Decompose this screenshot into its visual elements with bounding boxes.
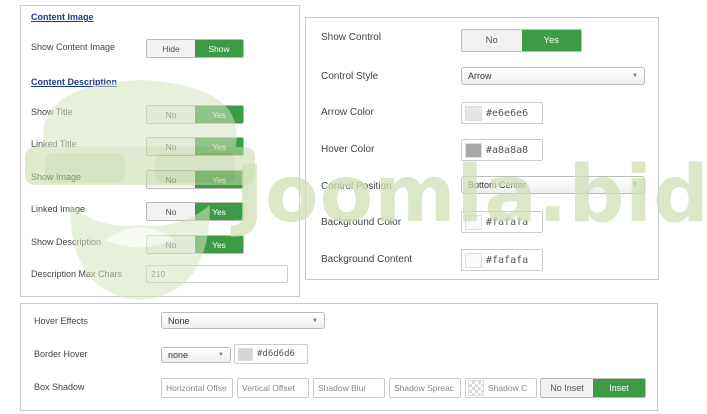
box-shadow-label: Box Shadow <box>34 382 85 392</box>
yes-option[interactable]: Yes <box>195 171 243 188</box>
yes-option[interactable]: Yes <box>195 203 243 220</box>
background-content-swatch <box>465 252 482 268</box>
control-settings-panel: Show Control No Yes Control Style Arrow … <box>305 17 659 280</box>
yes-option[interactable]: Yes <box>195 138 243 155</box>
hover-settings-panel: Hover Effects None ▼ Border Hover none ▼… <box>20 303 658 411</box>
background-content-picker[interactable]: #fafafa <box>461 249 543 271</box>
no-option[interactable]: No <box>147 236 195 253</box>
show-description-label: Show Description <box>31 237 102 247</box>
show-image-label: Show Image <box>31 172 82 182</box>
shadow-blur-input[interactable]: Shadow Blur <box>313 378 385 398</box>
hover-effects-value: None <box>168 315 190 326</box>
control-position-label: Control Position <box>321 181 392 192</box>
chevron-down-icon: ▼ <box>312 317 318 324</box>
arrow-color-label: Arrow Color <box>321 107 374 118</box>
border-hover-label: Border Hover <box>34 349 88 359</box>
description-max-chars-label: Description Max Chars <box>31 269 123 279</box>
chevron-down-icon: ▼ <box>632 73 638 79</box>
hide-option[interactable]: Hide <box>147 40 195 57</box>
description-max-chars-input[interactable]: 210 <box>146 265 288 283</box>
arrow-color-swatch <box>465 105 482 121</box>
chevron-down-icon: ▼ <box>218 352 224 358</box>
arrow-color-value: #e6e6e6 <box>486 107 529 119</box>
background-content-value: #fafafa <box>486 254 529 266</box>
inset-option[interactable]: Inset <box>593 379 645 397</box>
background-color-label: Background Color <box>321 217 402 228</box>
show-content-image-label: Show Content Image <box>31 42 116 52</box>
border-hover-color-swatch <box>238 347 253 361</box>
content-settings-panel: Content Image Show Content Image Hide Sh… <box>20 5 300 297</box>
shadow-color-picker[interactable]: Shadow C <box>465 378 537 398</box>
shadow-color-value: Shadow C <box>488 383 528 393</box>
horizontal-offset-input[interactable]: Horizontal Offse <box>161 378 233 398</box>
show-title-label: Show Title <box>31 107 73 117</box>
show-control-toggle[interactable]: No Yes <box>461 29 582 52</box>
hover-color-picker[interactable]: #a8a8a8 <box>461 139 543 161</box>
linked-image-toggle[interactable]: No Yes <box>146 202 244 221</box>
chevron-down-icon: ▼ <box>632 182 638 188</box>
control-style-label: Control Style <box>321 71 379 82</box>
show-title-toggle[interactable]: No Yes <box>146 105 244 124</box>
show-image-toggle[interactable]: No Yes <box>146 170 244 189</box>
border-hover-color-picker[interactable]: #d6d6d6 <box>234 344 308 364</box>
background-content-label: Background Content <box>321 254 413 265</box>
hover-color-value: #a8a8a8 <box>486 144 529 156</box>
no-option[interactable]: No <box>147 171 195 188</box>
no-option[interactable]: No <box>147 138 195 155</box>
hover-effects-label: Hover Effects <box>34 316 88 326</box>
yes-option[interactable]: Yes <box>195 236 243 253</box>
show-description-toggle[interactable]: No Yes <box>146 235 244 254</box>
content-image-title: Content Image <box>31 12 94 22</box>
no-option[interactable]: No <box>147 106 195 123</box>
border-hover-value: none <box>168 350 189 360</box>
control-style-value: Arrow <box>468 71 492 81</box>
linked-title-label: Linked Title <box>31 139 77 149</box>
no-inset-option[interactable]: No Inset <box>541 379 593 397</box>
show-option[interactable]: Show <box>195 40 243 57</box>
checkerboard-icon <box>468 380 484 396</box>
background-color-swatch <box>465 214 482 230</box>
control-position-value: Bottom Center <box>468 180 527 190</box>
show-control-label: Show Control <box>321 32 382 43</box>
content-description-title: Content Description <box>31 77 118 87</box>
border-hover-color-value: #d6d6d6 <box>257 349 295 359</box>
inset-toggle[interactable]: No Inset Inset <box>540 378 646 398</box>
linked-image-label: Linked Image <box>31 204 86 214</box>
hover-color-swatch <box>465 142 482 158</box>
hover-effects-select[interactable]: None ▼ <box>161 312 325 329</box>
border-hover-select[interactable]: none ▼ <box>161 347 231 363</box>
yes-option[interactable]: Yes <box>195 106 243 123</box>
background-color-picker[interactable]: #fafafa <box>461 211 543 233</box>
shadow-spread-input[interactable]: Shadow Spreac <box>389 378 461 398</box>
background-color-value: #fafafa <box>486 216 529 228</box>
linked-title-toggle[interactable]: No Yes <box>146 137 244 156</box>
no-option[interactable]: No <box>462 30 522 51</box>
hover-color-label: Hover Color <box>321 144 375 155</box>
show-content-image-toggle[interactable]: Hide Show <box>146 39 244 58</box>
vertical-offset-input[interactable]: Vertical Offset <box>237 378 309 398</box>
control-position-select[interactable]: Bottom Center ▼ <box>461 176 645 194</box>
control-style-select[interactable]: Arrow ▼ <box>461 67 645 85</box>
no-option[interactable]: No <box>147 203 195 220</box>
yes-option[interactable]: Yes <box>521 30 581 51</box>
arrow-color-picker[interactable]: #e6e6e6 <box>461 102 543 124</box>
